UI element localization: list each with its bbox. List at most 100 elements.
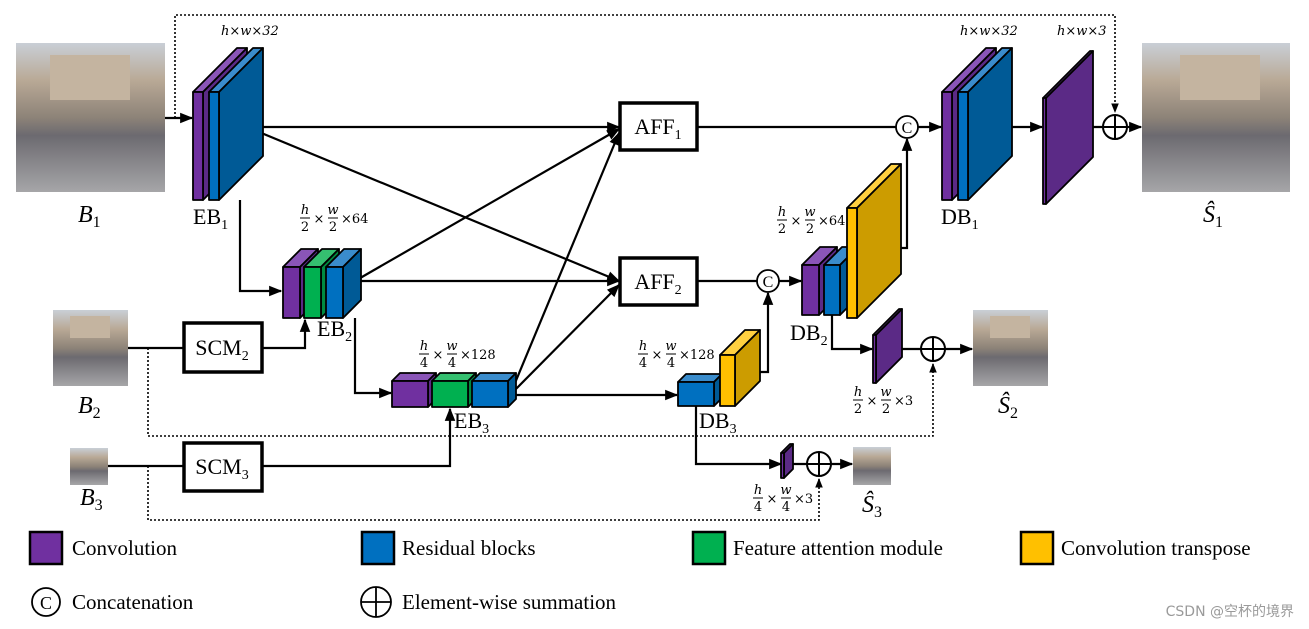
dim-out1: h×w×3: [1057, 24, 1107, 39]
out2-convolution: [872, 308, 903, 384]
svg-text:AFF1: AFF1: [634, 114, 681, 143]
input-image-b1: [16, 43, 165, 192]
out1-convolution: [1042, 50, 1094, 205]
scm2-module: SCM2: [182, 321, 264, 374]
legend-convolution: Convolution: [72, 536, 178, 560]
label-db1: DB1: [941, 204, 979, 233]
label-eb1: EB1: [193, 204, 228, 233]
legend-transpose: Convolution transpose: [1061, 536, 1251, 560]
svg-text:h: h: [301, 203, 309, 218]
dim-db2: h 2 ×w 2 ×64: [777, 205, 845, 237]
svg-text:C: C: [902, 120, 913, 137]
svg-text:4: 4: [420, 356, 428, 371]
db3-residual: [677, 373, 723, 407]
svg-text:w: w: [446, 339, 457, 354]
svg-text:×: ×: [314, 212, 325, 227]
concat-node-1: C: [895, 115, 919, 139]
svg-text:w: w: [804, 205, 815, 220]
svg-text:×: ×: [791, 214, 802, 229]
dim-db1: h×w×32: [960, 24, 1018, 39]
aff1-module: AFF1: [618, 101, 699, 152]
sum-node-3: [806, 451, 832, 477]
dim-out2: h 2 ×w 2 ×3: [853, 385, 913, 417]
svg-text:2: 2: [854, 402, 862, 417]
svg-text:×64: ×64: [818, 214, 845, 229]
svg-text:h: h: [639, 339, 647, 354]
legend-residual: Residual blocks: [402, 536, 536, 560]
svg-text:×: ×: [767, 492, 778, 507]
label-db2: DB2: [790, 320, 828, 349]
legend: Convolution Residual blocks Feature atte…: [28, 530, 1251, 618]
label-b1: B1: [78, 202, 101, 231]
eb3-residual: [471, 372, 517, 408]
output-image-s3: [853, 447, 891, 485]
eb3-attention: [431, 372, 477, 408]
svg-text:×: ×: [652, 348, 663, 363]
svg-text:2: 2: [778, 222, 786, 237]
svg-text:4: 4: [639, 356, 647, 371]
input-image-b3: [70, 448, 108, 485]
label-eb2: EB2: [317, 316, 352, 345]
dim-eb1: h×w×32: [221, 24, 279, 39]
legend-attention: Feature attention module: [733, 536, 943, 560]
svg-text:×3: ×3: [894, 394, 913, 409]
output-image-s2: [973, 310, 1048, 386]
svg-text:2: 2: [301, 220, 309, 235]
legend-concatenation: Concatenation: [72, 590, 194, 614]
svg-text:4: 4: [754, 500, 762, 515]
svg-text:C: C: [763, 274, 774, 291]
network-diagram: AFF1 AFF2 SCM2 SCM3 C C B1 B2 B3 Ŝ1 Ŝ2 Ŝ…: [16, 14, 1294, 620]
watermark: CSDN @空杯的境界: [1166, 604, 1294, 620]
sum-icon: [360, 586, 392, 618]
svg-text:2: 2: [806, 222, 814, 237]
svg-text:2: 2: [882, 402, 890, 417]
svg-text:4: 4: [667, 356, 675, 371]
svg-text:×3: ×3: [794, 492, 813, 507]
dim-eb3: h 4 ×w 4 ×128: [419, 339, 496, 371]
svg-text:×64: ×64: [341, 212, 368, 227]
sum-node-2: [920, 336, 946, 362]
legend-swatch-transpose: [1019, 530, 1055, 566]
svg-text:w: w: [780, 483, 791, 498]
concat-node-2: C: [756, 269, 780, 293]
svg-text:SCM2: SCM2: [195, 335, 248, 364]
db3-transpose: [719, 329, 761, 407]
label-s2: Ŝ2: [998, 392, 1018, 422]
svg-text:×128: ×128: [460, 348, 496, 363]
svg-text:C: C: [40, 593, 52, 613]
svg-text:h: h: [754, 483, 762, 498]
scm3-module: SCM3: [182, 441, 264, 493]
legend-summation: Element-wise summation: [402, 590, 617, 614]
svg-text:h: h: [778, 205, 786, 220]
label-eb3: EB3: [454, 408, 489, 437]
svg-text:SCM3: SCM3: [195, 454, 248, 483]
eb3-convolution: [391, 372, 437, 408]
skip-connection-2: [147, 348, 937, 437]
label-db3: DB3: [699, 408, 737, 437]
svg-text:h: h: [420, 339, 428, 354]
svg-text:×128: ×128: [679, 348, 715, 363]
dim-eb2: h 2 ×w 2 ×64: [300, 203, 368, 235]
legend-swatch-attention: [691, 530, 727, 566]
label-s3: Ŝ3: [862, 491, 882, 521]
label-b2: B2: [78, 393, 101, 422]
label-b3: B3: [80, 485, 103, 514]
label-s1: Ŝ1: [1203, 201, 1223, 231]
svg-text:AFF2: AFF2: [634, 269, 681, 298]
dim-out3: h 4 ×w 4 ×3: [753, 483, 813, 515]
input-image-b2: [53, 310, 128, 386]
aff2-module: AFF2: [618, 256, 699, 307]
svg-text:h: h: [854, 385, 862, 400]
dim-db3: h 4 ×w 4 ×128: [638, 339, 715, 371]
svg-text:×: ×: [867, 394, 878, 409]
legend-swatch-convolution: [28, 530, 64, 566]
output-image-s1: [1142, 43, 1290, 192]
legend-swatch-residual: [360, 530, 396, 566]
svg-text:w: w: [665, 339, 676, 354]
db2-transpose: [846, 163, 902, 319]
svg-text:×: ×: [433, 348, 444, 363]
svg-text:w: w: [327, 203, 338, 218]
svg-text:2: 2: [329, 220, 337, 235]
sum-node-1: [1102, 114, 1128, 140]
svg-text:w: w: [880, 385, 891, 400]
